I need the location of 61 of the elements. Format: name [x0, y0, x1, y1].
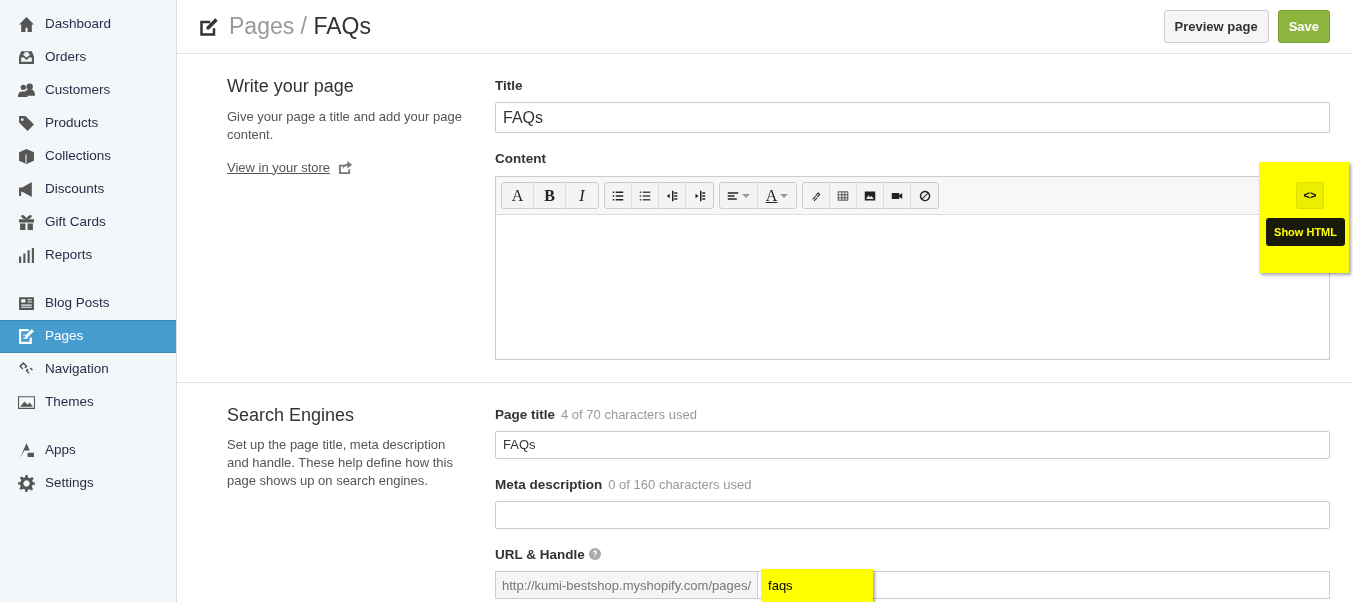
outdent-icon [666, 189, 678, 202]
toolbar-button[interactable]: A [502, 182, 534, 209]
no-entry-icon [918, 189, 931, 202]
handle-field[interactable]: faqs [761, 569, 874, 602]
sidebar-item[interactable]: Discounts [0, 173, 176, 206]
character-count: 0 of 160 characters used [608, 476, 752, 492]
url-prefix: http://kumi-bestshop.myshopify.com/pages/ [496, 572, 759, 599]
align-left-icon [727, 189, 739, 202]
sidebar-item[interactable]: Apps [0, 434, 176, 467]
store-link[interactable]: View in your store [227, 157, 331, 178]
sidebar-item[interactable]: Reports [0, 239, 176, 272]
megaphone-icon [18, 181, 35, 198]
picture-icon [864, 189, 876, 202]
sidebar-item[interactable]: Collections [0, 140, 176, 173]
field-label: URL & Handle [495, 546, 585, 564]
character-count: 4 of 70 characters used [561, 406, 697, 422]
house-icon [18, 16, 35, 33]
show-html-button[interactable]: <> [1296, 181, 1324, 209]
external-arrow-icon [338, 160, 354, 174]
edit-icon [199, 16, 219, 37]
sidebar-item[interactable]: Blog Posts [0, 287, 176, 320]
tooltip: Show HTML [1266, 217, 1345, 246]
field-label: Meta description [495, 475, 603, 494]
toolbar-button[interactable]: B [534, 182, 566, 209]
preview-button[interactable]: Preview page [1163, 9, 1269, 44]
sidebar-item[interactable]: Orders [0, 41, 176, 74]
page-title: Pages / FAQs [229, 12, 372, 41]
sidebar-item[interactable]: Dashboard [0, 8, 176, 41]
section-heading: Search Engines [227, 404, 356, 427]
toolbar-button[interactable]: A [758, 182, 796, 209]
people-icon [18, 82, 35, 99]
link-icon [810, 189, 822, 202]
page-pencil-icon [18, 328, 35, 345]
sidebar-item[interactable]: Gift Cards [0, 206, 176, 239]
text-field[interactable] [495, 501, 1330, 529]
landscape-picture-icon [18, 394, 35, 411]
sidebar-item[interactable]: Navigation [0, 353, 176, 386]
gear-icon [18, 475, 35, 492]
sidebar-item[interactable]: Settings [0, 467, 176, 500]
text-field[interactable]: FAQs [495, 102, 1330, 134]
numbered-list-icon [639, 189, 651, 202]
section-heading: Write your page [227, 76, 355, 98]
tag-icon [18, 115, 35, 132]
newspaper-icon [18, 295, 35, 312]
field-label: Title [495, 77, 523, 95]
box-icon [18, 148, 35, 165]
text-field[interactable]: FAQs [495, 430, 1330, 459]
field-label: Page title [495, 405, 556, 424]
sidebar-item[interactable]: Customers [0, 74, 176, 107]
inbox-icon [18, 49, 35, 66]
section-description: Set up the page title, meta description and handle. These help define how this page shows up on search engines. [227, 436, 454, 491]
table-icon [837, 189, 849, 202]
bullet-list-icon [612, 189, 624, 202]
sidebar-item[interactable]: Themes [0, 386, 176, 419]
field-label: Content [495, 150, 546, 169]
sidebar-item[interactable]: Products [0, 107, 176, 140]
section-description: Give your page a title and add your page content. [227, 107, 463, 144]
gift-icon [18, 214, 35, 231]
indent-icon [693, 189, 706, 202]
bar-chart-icon [18, 247, 35, 264]
toolbar-button[interactable]: I [566, 182, 598, 209]
